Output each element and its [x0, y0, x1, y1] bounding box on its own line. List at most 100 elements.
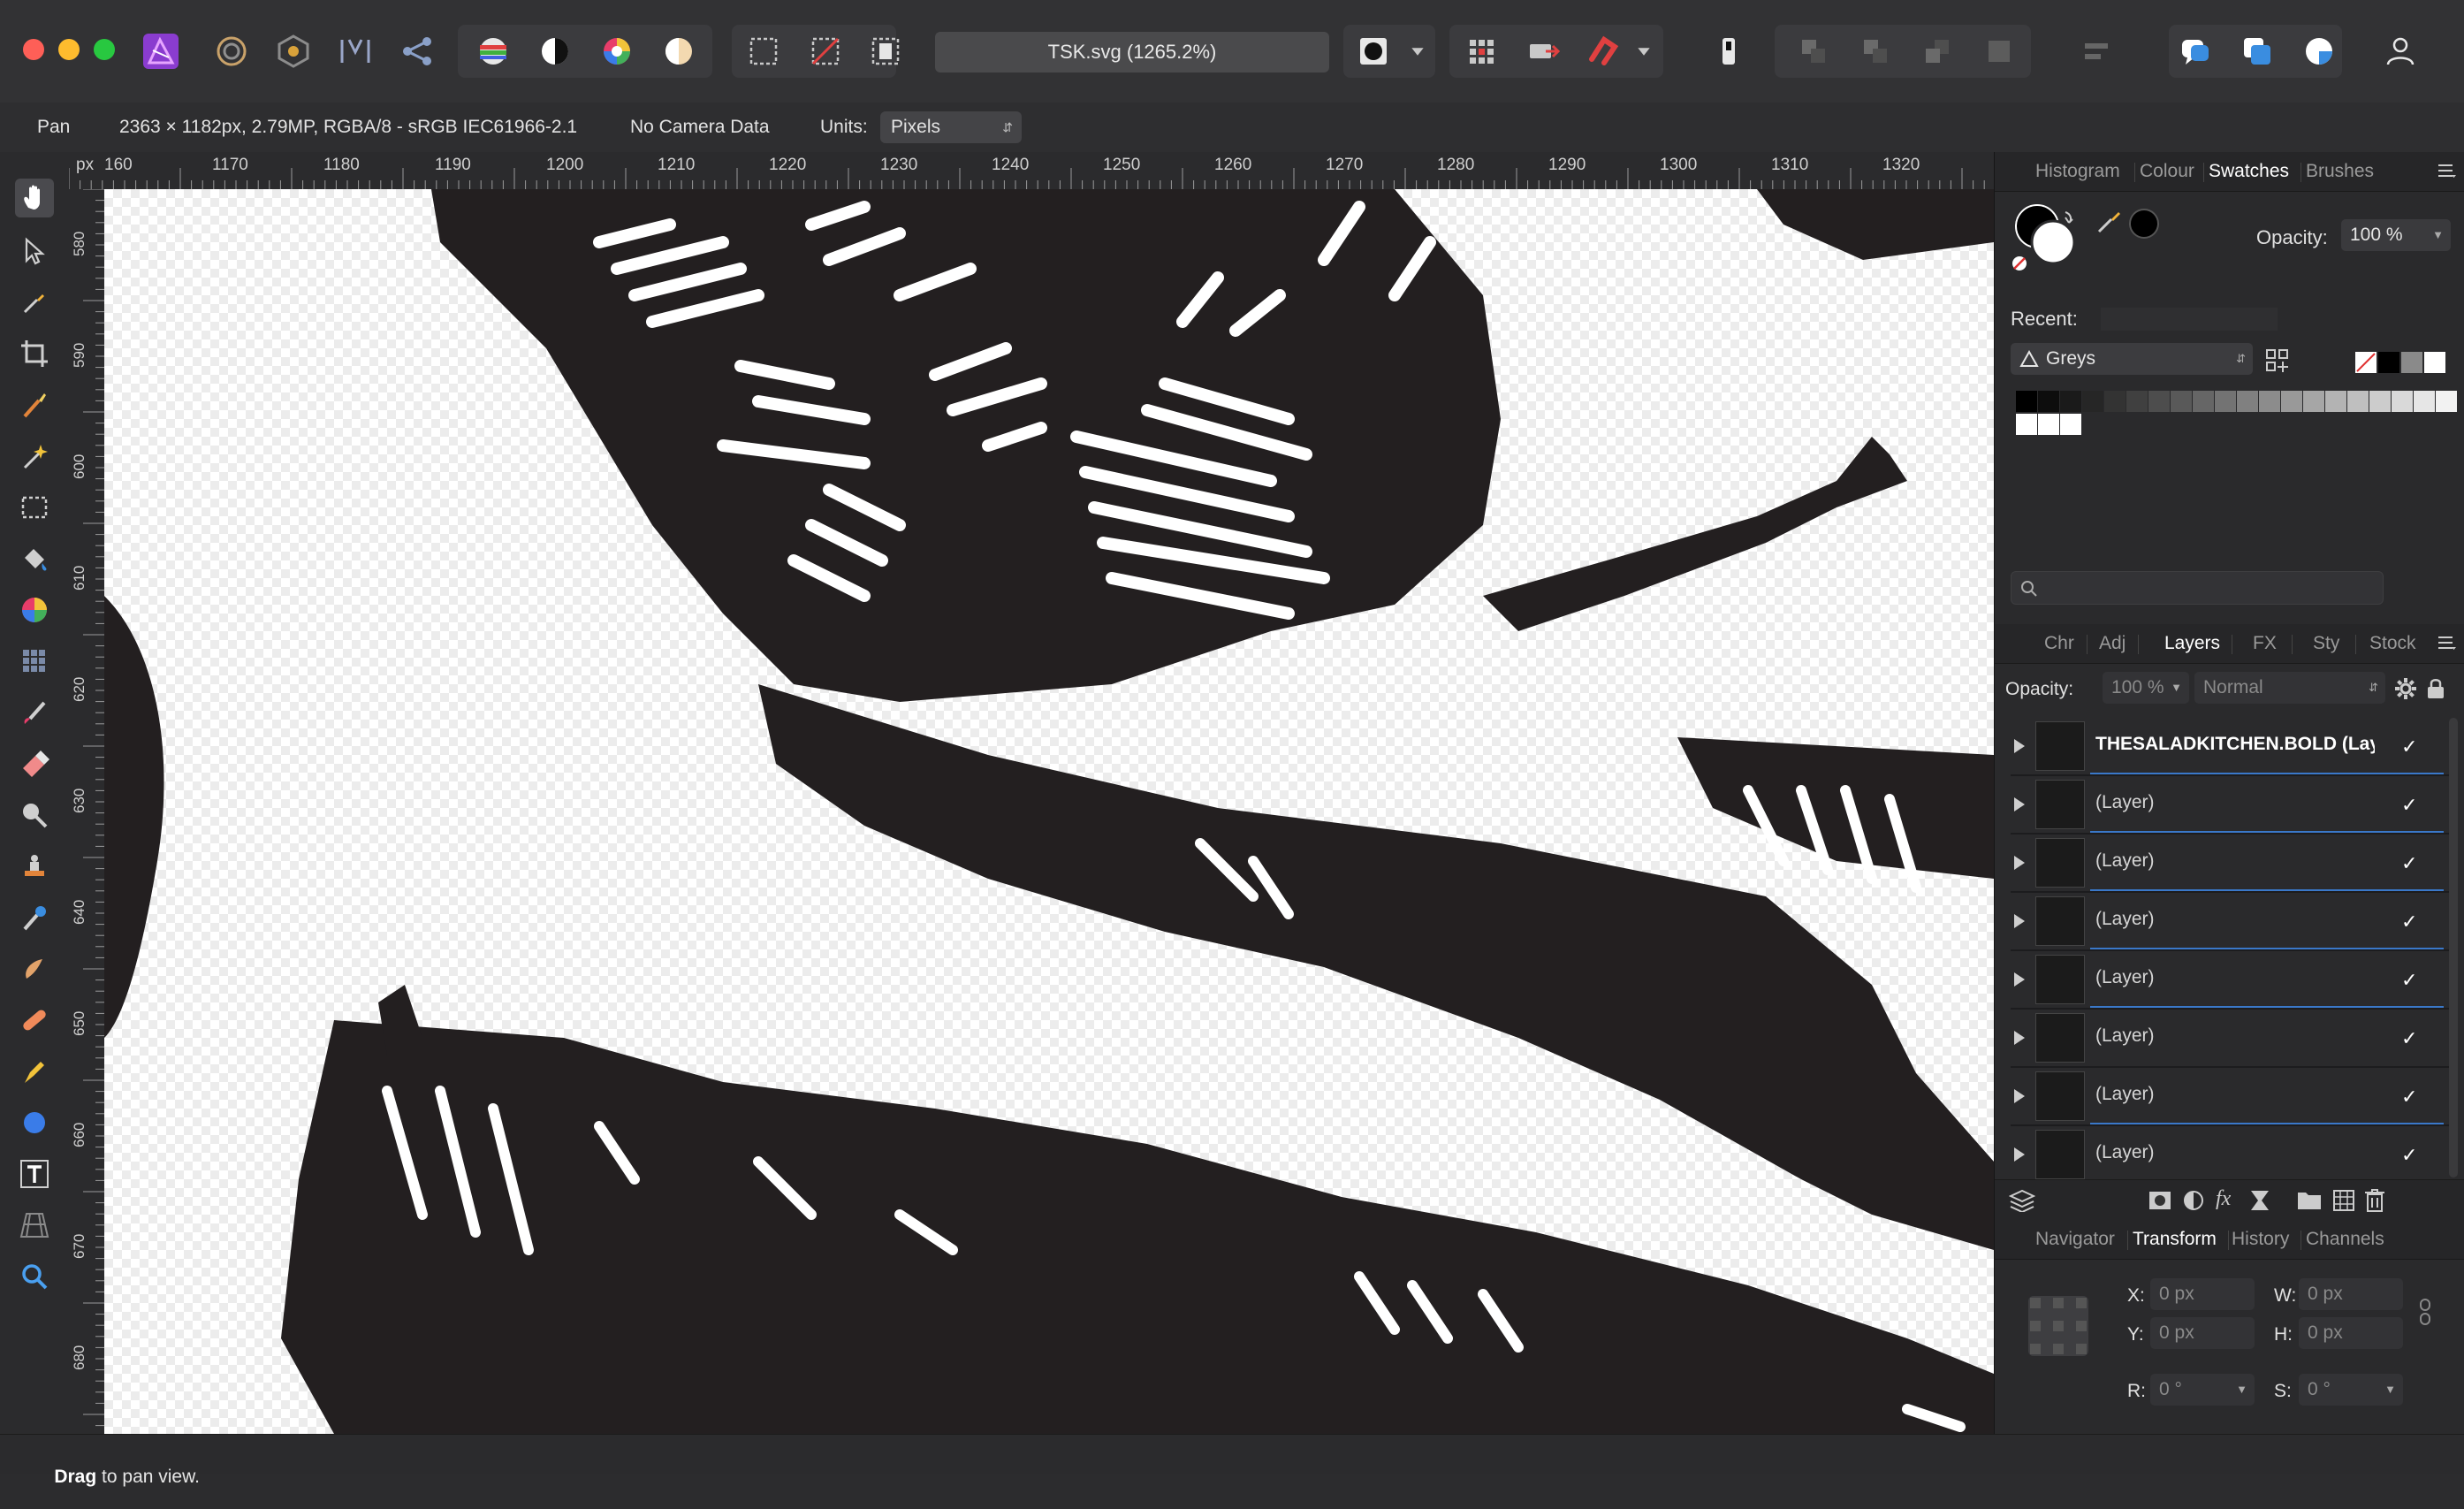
grey-swatch[interactable] — [2193, 391, 2214, 412]
tab-brushes[interactable]: Brushes — [2306, 161, 2374, 182]
layer-row[interactable]: (Layer) ✓ — [2011, 1126, 2451, 1185]
tab-channels[interactable]: Channels — [2306, 1229, 2384, 1250]
swatch-grey[interactable] — [2401, 352, 2422, 373]
layer-row[interactable]: (Layer) ✓ — [2011, 1068, 2451, 1126]
none-swatch[interactable] — [2355, 352, 2377, 373]
link-aspect-icon[interactable] — [2419, 1298, 2431, 1326]
minimize-window-button[interactable] — [58, 39, 80, 60]
export-persona-icon[interactable] — [392, 27, 442, 76]
grey-swatch[interactable] — [2104, 391, 2126, 412]
healing-brush-tool-icon[interactable] — [15, 1001, 54, 1040]
move-back-icon[interactable] — [1851, 27, 1900, 76]
expand-layer-icon[interactable] — [2014, 1031, 2025, 1045]
lock-icon[interactable] — [2426, 677, 2445, 700]
expand-layer-icon[interactable] — [2014, 856, 2025, 870]
delete-layer-icon[interactable] — [2364, 1188, 2385, 1213]
grey-swatch[interactable] — [2325, 391, 2346, 412]
mesh-warp-tool-icon[interactable] — [15, 642, 54, 681]
grey-swatch[interactable] — [2060, 391, 2081, 412]
smudge-tool-icon[interactable] — [15, 949, 54, 988]
shape-tool-icon[interactable] — [15, 1103, 54, 1142]
live-filter-icon[interactable] — [2249, 1189, 2270, 1212]
pen-tool-icon[interactable] — [15, 1052, 54, 1091]
layer-visibility-checkbox[interactable]: ✓ — [2401, 1027, 2417, 1050]
liquify-persona-icon[interactable] — [207, 27, 256, 76]
gradient-tool-icon[interactable] — [15, 591, 54, 629]
user-account-icon[interactable] — [2376, 27, 2425, 76]
shear-field[interactable]: 0 ° ▼ — [2299, 1374, 2403, 1406]
layer-stack-icon[interactable] — [2009, 1189, 2035, 1212]
grey-swatch[interactable] — [2392, 391, 2413, 412]
black-white-icon[interactable] — [530, 27, 580, 76]
swatch-white[interactable] — [2424, 352, 2445, 373]
tab-layers[interactable]: Layers — [2164, 633, 2220, 654]
flood-fill-tool-icon[interactable] — [15, 539, 54, 578]
zoom-window-button[interactable] — [94, 39, 115, 60]
fill-stroke-colour-well[interactable] — [2011, 200, 2081, 271]
tab-stock[interactable]: Stock — [2369, 633, 2416, 654]
document-canvas[interactable] — [104, 189, 1994, 1434]
clone-brush-tool-icon[interactable] — [15, 847, 54, 886]
stacked-windows-icon[interactable] — [2232, 27, 2282, 76]
quick-mask-dropdown-icon[interactable] — [1400, 27, 1435, 76]
alignment-icon[interactable] — [2072, 27, 2121, 76]
text-tool-icon[interactable] — [15, 1155, 54, 1193]
layer-visibility-checkbox[interactable]: ✓ — [2401, 794, 2417, 817]
y-field[interactable]: 0 px — [2150, 1317, 2255, 1349]
perspective-tool-icon[interactable] — [15, 1206, 54, 1245]
layer-row[interactable]: (Layer) ✓ — [2011, 1010, 2451, 1068]
snapping-dropdown-icon[interactable] — [1626, 27, 1662, 76]
layer-visibility-checkbox[interactable]: ✓ — [2401, 1144, 2417, 1167]
colour-picker-tool-icon[interactable] — [15, 283, 54, 322]
zoom-tool-icon[interactable] — [15, 1257, 54, 1296]
swatch-search-field[interactable] — [2011, 571, 2384, 605]
speech-bubble-icon[interactable] — [2171, 27, 2220, 76]
develop-persona-icon[interactable] — [269, 27, 318, 76]
grey-swatch[interactable] — [2369, 391, 2391, 412]
expand-layer-icon[interactable] — [2014, 1147, 2025, 1162]
invert-selection-icon[interactable] — [861, 27, 910, 76]
photo-persona-icon[interactable] — [136, 27, 186, 76]
tab-histogram[interactable]: Histogram — [2035, 161, 2120, 182]
layer-row[interactable]: THESALADKITCHEN.BOLD (Layer) ✓ — [2011, 718, 2451, 776]
move-forward-icon[interactable] — [1913, 27, 1962, 76]
erase-brush-tool-icon[interactable] — [15, 744, 54, 783]
selection-brush-tool-icon[interactable] — [15, 385, 54, 424]
grey-swatch[interactable] — [2038, 414, 2059, 435]
layer-visibility-checkbox[interactable]: ✓ — [2401, 852, 2417, 875]
add-pixel-layer-icon[interactable] — [2332, 1189, 2355, 1212]
tab-history[interactable]: History — [2232, 1229, 2289, 1250]
layers-scrollbar[interactable] — [2449, 718, 2458, 1177]
marquee-tool-icon[interactable] — [15, 488, 54, 527]
panel-menu-icon[interactable] — [2437, 635, 2456, 651]
expand-layer-icon[interactable] — [2014, 1089, 2025, 1103]
select-all-icon[interactable] — [739, 27, 788, 76]
layer-visibility-checkbox[interactable]: ✓ — [2401, 911, 2417, 934]
sampled-colour-swatch[interactable] — [2129, 209, 2159, 239]
expand-layer-icon[interactable] — [2014, 797, 2025, 812]
layer-settings-gear-icon[interactable] — [2394, 677, 2417, 700]
paint-brush-tool-icon[interactable] — [15, 693, 54, 732]
tone-mapping-persona-icon[interactable] — [331, 27, 380, 76]
close-window-button[interactable] — [23, 39, 44, 60]
grey-swatch[interactable] — [2259, 391, 2280, 412]
units-select[interactable]: Pixels ⇵ — [880, 111, 1022, 143]
tab-colour[interactable]: Colour — [2140, 161, 2194, 182]
move-to-front-icon[interactable] — [1974, 27, 2024, 76]
grey-swatch[interactable] — [2215, 391, 2236, 412]
deselect-icon[interactable] — [801, 27, 850, 76]
tab-navigator[interactable]: Navigator — [2035, 1229, 2115, 1250]
grey-swatch[interactable] — [2303, 391, 2324, 412]
h-field[interactable]: 0 px — [2299, 1317, 2403, 1349]
layer-row[interactable]: (Layer) ✓ — [2011, 951, 2451, 1010]
swatch-black[interactable] — [2378, 352, 2399, 373]
grey-swatch[interactable] — [2237, 391, 2258, 412]
fx-icon[interactable]: fx — [2216, 1187, 2231, 1211]
tab-fx[interactable]: FX — [2253, 633, 2277, 654]
tab-adjustments[interactable]: Adj — [2099, 633, 2126, 654]
layer-row[interactable]: (Layer) ✓ — [2011, 893, 2451, 951]
layer-opacity-field[interactable]: 100 % ▼ — [2103, 672, 2189, 704]
pie-toggle-icon[interactable] — [2294, 27, 2344, 76]
grey-swatch[interactable] — [2016, 414, 2037, 435]
levels-icon[interactable] — [468, 27, 518, 76]
